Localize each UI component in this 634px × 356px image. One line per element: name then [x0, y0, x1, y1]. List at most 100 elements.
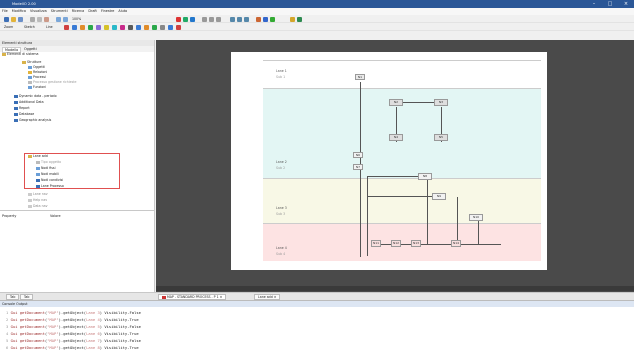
ungroup-icon[interactable] — [244, 16, 249, 22]
tree-item[interactable]: Strutture — [22, 60, 41, 64]
diagram-node[interactable]: N4 — [389, 134, 403, 141]
tree-item[interactable]: Lane Processo — [36, 184, 64, 188]
connector-line — [427, 180, 428, 245]
menu-visualizza[interactable]: Visualizza — [30, 8, 47, 15]
minimize-icon[interactable]: – — [586, 0, 602, 8]
stop-icon[interactable] — [64, 24, 69, 30]
record-icon[interactable] — [176, 16, 181, 22]
tree-item[interactable]: Oggetti — [28, 65, 45, 69]
new-icon[interactable] — [4, 16, 9, 22]
delete-icon[interactable] — [176, 24, 181, 30]
menu-draft[interactable]: Draft — [88, 8, 97, 15]
tree-item[interactable]: Data nav — [28, 204, 47, 208]
rotate-icon[interactable] — [168, 24, 173, 30]
lane-1[interactable] — [263, 60, 541, 88]
line-label[interactable]: Line — [46, 25, 53, 29]
close-icon[interactable]: × — [618, 0, 634, 8]
diagram-node[interactable]: N3 — [434, 99, 448, 106]
diagram-sheet[interactable]: Lane 1 Sub 1 Lane 2 Sub 2 Lane 3 Sub 3 L… — [231, 52, 547, 270]
distribute-icon[interactable] — [216, 16, 221, 22]
star-icon[interactable] — [290, 16, 295, 22]
tree-item[interactable]: Additional Data — [14, 100, 44, 104]
horizontal-scrollbar[interactable] — [156, 286, 634, 291]
align-icon[interactable] — [209, 16, 214, 22]
link-icon[interactable] — [152, 24, 157, 30]
menu-modifica[interactable]: Modifica — [12, 8, 26, 15]
undo-icon[interactable] — [56, 16, 61, 22]
measure-icon[interactable] — [112, 24, 117, 30]
diagram-node[interactable]: N14 — [451, 240, 461, 247]
group-icon[interactable] — [237, 16, 242, 22]
tree-item[interactable]: Nodi fissi — [36, 166, 55, 170]
canvas-area: Lane 1 Sub 1 Lane 2 Sub 2 Lane 3 Sub 3 L… — [156, 40, 634, 292]
grid-icon[interactable] — [202, 16, 207, 22]
zoom-mode-label[interactable]: Zoom — [4, 25, 13, 29]
tree-item[interactable]: Database — [14, 112, 34, 116]
tree-item[interactable]: Tipo oggetto — [36, 160, 61, 164]
diagram-node[interactable]: N13 — [411, 240, 421, 247]
console-line: 4 Gui getDocument("MAP").getObject(Lane … — [6, 331, 139, 336]
diagram-node[interactable]: N10 — [469, 214, 483, 221]
diagram-node[interactable]: N5 — [434, 134, 448, 141]
menu-aiuto[interactable]: Aiuto — [118, 8, 127, 15]
shape-icon[interactable] — [256, 16, 261, 22]
node-icon[interactable] — [136, 24, 141, 30]
tree-item[interactable]: Processo gestione richieste — [28, 80, 76, 84]
tree-item[interactable]: Nodi condivisi — [36, 178, 63, 182]
brush-icon[interactable] — [80, 24, 85, 30]
menu-ricerca[interactable]: Ricerca — [72, 8, 85, 15]
node-icon — [36, 178, 40, 182]
save-icon[interactable] — [18, 16, 23, 22]
select-icon[interactable] — [128, 24, 133, 30]
cut-icon[interactable] — [30, 16, 35, 22]
text-icon[interactable] — [270, 16, 275, 22]
paste-icon[interactable] — [44, 16, 49, 22]
tree-item[interactable]: Help nav — [28, 198, 47, 202]
tree-item[interactable]: Report — [14, 106, 30, 110]
diagram-node[interactable]: N6 — [353, 152, 363, 158]
open-icon[interactable] — [11, 16, 16, 22]
redo-icon[interactable] — [63, 16, 68, 22]
tree-item[interactable]: Dynamic data - periodo — [14, 94, 57, 98]
maximize-icon[interactable]: □ — [602, 0, 618, 8]
lane-icon[interactable] — [144, 24, 149, 30]
draw-icon[interactable] — [72, 24, 77, 30]
check-icon[interactable] — [297, 16, 302, 22]
tree-item[interactable]: Lane add — [28, 154, 48, 158]
diagram-node[interactable]: N9 — [432, 193, 446, 200]
diagram-node[interactable]: N11 — [371, 240, 381, 247]
zoom-level[interactable]: 100% — [72, 17, 81, 21]
run-icon[interactable] — [183, 16, 188, 22]
marker-icon[interactable] — [120, 24, 125, 30]
console-line: 1 Gui getDocument("MAP").getObject(Lane … — [6, 310, 141, 315]
copy-icon[interactable] — [37, 16, 42, 22]
tree-item[interactable]: Elementi di sistema — [2, 52, 39, 56]
diagram-node[interactable]: N12 — [391, 240, 401, 247]
fill-icon[interactable] — [88, 24, 93, 30]
step-icon[interactable] — [190, 16, 195, 22]
tree-item[interactable]: Nodi mobili — [36, 172, 59, 176]
tree-item[interactable]: Relazioni — [28, 70, 47, 74]
tree-item[interactable]: Funzioni — [28, 85, 46, 89]
polygon-icon[interactable] — [96, 24, 101, 30]
menu-finestre[interactable]: Finestre — [101, 8, 114, 15]
highlight-icon[interactable] — [104, 24, 109, 30]
menu-file[interactable]: File — [2, 8, 8, 15]
tree-item[interactable]: Geographic analysis — [14, 118, 51, 122]
lane-3[interactable] — [263, 178, 541, 223]
diagram-node[interactable]: N1 — [355, 74, 365, 80]
lane-4[interactable] — [263, 223, 541, 261]
connector-icon[interactable] — [263, 16, 268, 22]
layer-icon[interactable] — [230, 16, 235, 22]
object-icon — [28, 75, 32, 79]
menu-strumenti[interactable]: Strumenti — [51, 8, 68, 15]
tree-item[interactable]: Lane nav — [28, 192, 48, 196]
sketch-label[interactable]: Sketch — [24, 25, 35, 29]
connector-line — [457, 197, 458, 245]
diagram-node[interactable]: N7 — [353, 164, 363, 170]
move-icon[interactable] — [160, 24, 165, 30]
diagram-node[interactable]: N8 — [418, 173, 432, 180]
tree-item[interactable]: Processi — [28, 75, 46, 79]
tab-oggetti[interactable]: Oggetti — [22, 47, 39, 51]
diagram-node[interactable]: N2 — [389, 99, 403, 106]
